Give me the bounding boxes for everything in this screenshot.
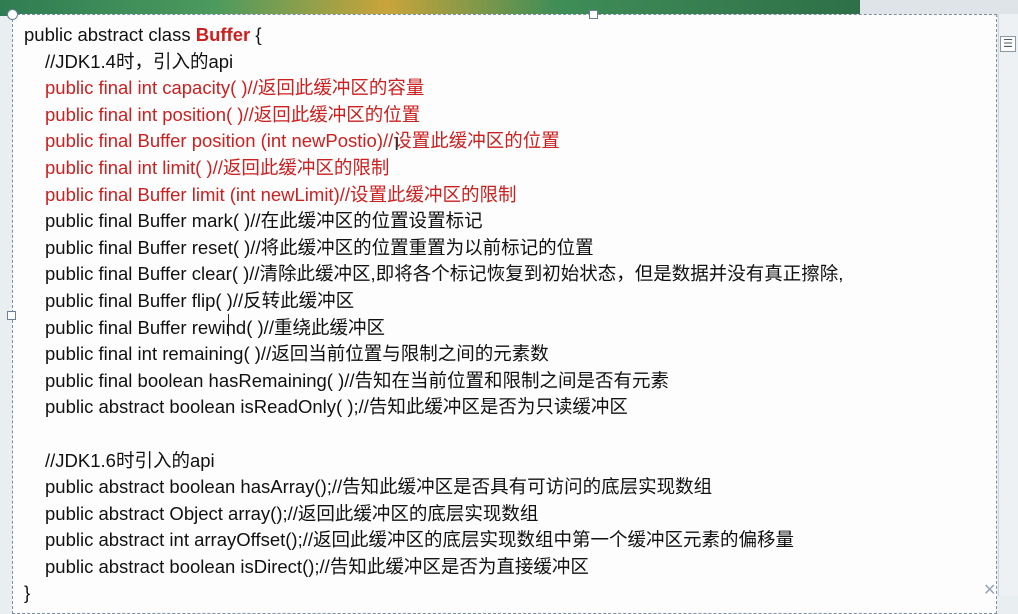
code-line: public final Buffer reset( )//将此缓冲区的位置重置… [45,236,594,258]
code-line: public final int remaining( )//返回当前位置与限制… [45,343,549,365]
code-line: public final Buffer flip( )//反转此缓冲区 [45,289,355,311]
code-line: public abstract int arrayOffset();//返回此缓… [45,529,795,551]
code-block: public abstract class Buffer { //JDK1.4时… [24,22,843,607]
code-line: public final Buffer clear( )//清除此缓冲区,即将各… [45,263,844,285]
closing-brace: } [24,582,31,604]
code-line: public final Buffer rewind( )//重绕此缓冲区 [45,316,385,338]
resize-handle-top-left[interactable] [7,9,18,20]
code-line: public final Buffer limit (int newLimit)… [45,183,517,205]
code-line: public final Buffer position (int newPos… [45,130,560,152]
code-line: public abstract boolean hasArray();//告知此… [45,476,713,498]
code-line: public abstract boolean isDirect();//告知此… [45,555,589,577]
class-declaration: public abstract class Buffer { [24,22,843,49]
code-line: public final int position( )//返回此缓冲区的位置 [45,103,421,125]
class-name: Buffer [195,24,251,45]
code-line: public abstract Object array();//返回此缓冲区的… [45,502,539,524]
resize-handle-top-center[interactable] [589,10,598,19]
section-comment: //JDK1.6时引入的api [45,449,215,471]
close-icon[interactable]: ✕ [983,580,996,599]
code-line: public final Buffer mark( )//在此缓冲区的位置设置标… [45,210,483,232]
code-line: public abstract boolean isReadOnly( );//… [45,396,628,418]
side-panel: ☰ [998,14,1018,596]
ibeam-cursor-icon: I [394,134,400,155]
class-prefix: public abstract class [24,24,196,45]
code-line: public final int capacity( )//返回此缓冲区的容量 [45,77,425,99]
section-comment: //JDK1.4时，引入的api [45,50,234,72]
code-line: public final boolean hasRemaining( )//告知… [45,369,670,391]
text-cursor [228,314,229,336]
code-line: public final int limit( )//返回此缓冲区的限制 [45,156,390,178]
resize-handle-middle-left[interactable] [7,311,16,320]
class-brace: { [250,24,262,45]
layout-options-icon[interactable]: ☰ [1000,36,1016,52]
